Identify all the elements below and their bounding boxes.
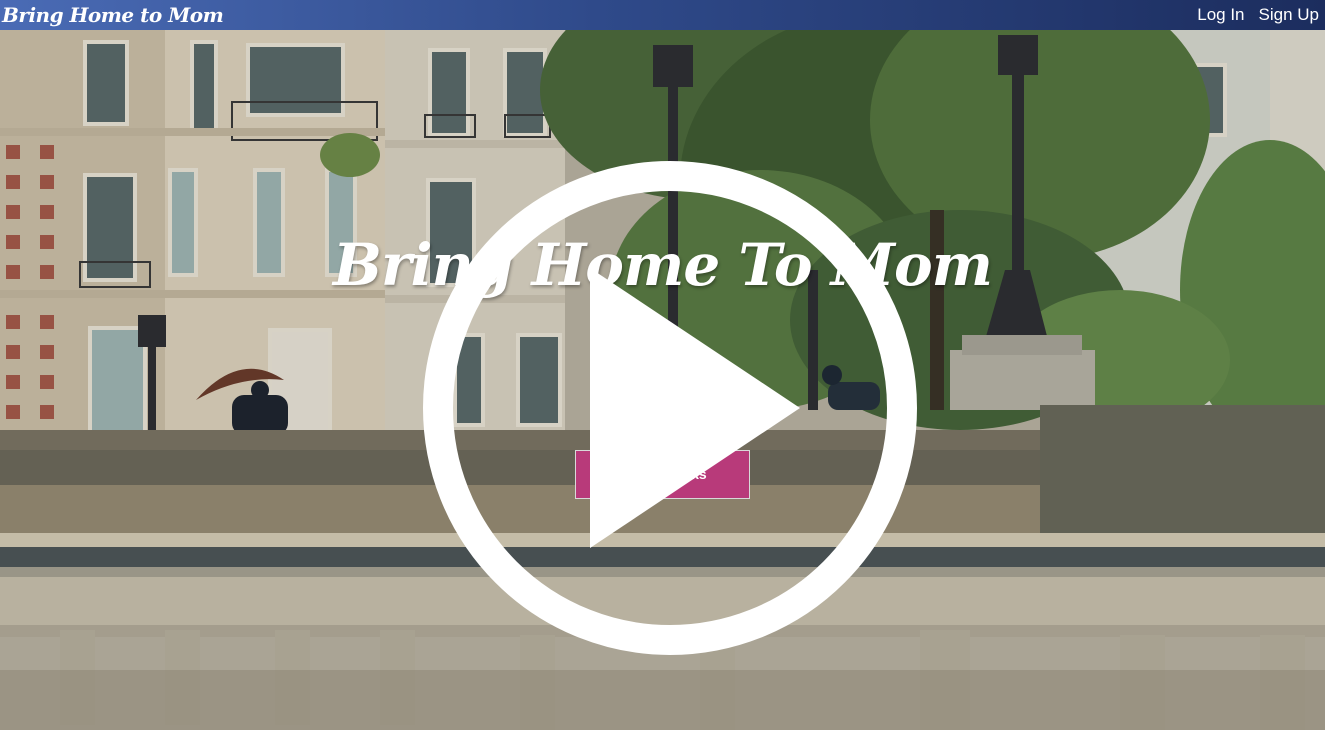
navbar: Bring Home to Mom Log In Sign Up <box>0 0 1325 30</box>
brand-logo[interactable]: Bring Home to Mom <box>2 1 224 29</box>
hero-video[interactable]: Bring Home To Mom How It Works <box>0 30 1325 730</box>
login-link[interactable]: Log In <box>1197 5 1244 25</box>
play-icon[interactable] <box>420 158 920 658</box>
page: Bring Home to Mom Log In Sign Up Bring H… <box>0 0 1325 730</box>
signup-link[interactable]: Sign Up <box>1259 5 1319 25</box>
nav-links: Log In Sign Up <box>1197 0 1319 30</box>
